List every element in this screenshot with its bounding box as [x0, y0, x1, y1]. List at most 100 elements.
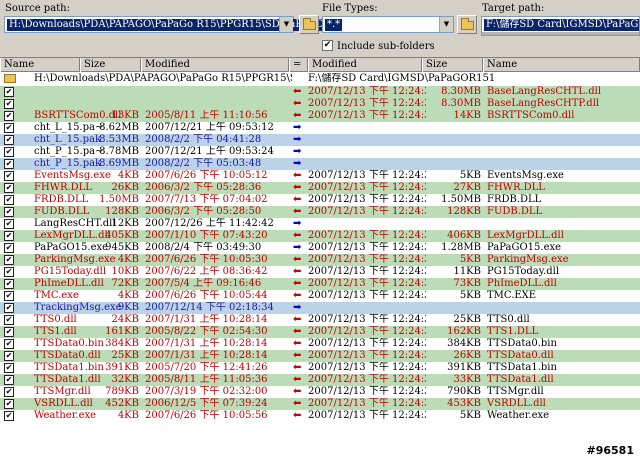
table-row[interactable]: ✔ cht_P_15.pak 8.69MB 2008/2/2 下午 05:03:48 ➡ — [0, 158, 640, 170]
table-row[interactable]: ✔ ⬅ 2007/12/13 下午 12:24:30 8.30MB BaseLangRe… — [0, 86, 640, 98]
row-checkbox[interactable]: ✔ — [4, 351, 14, 361]
file-types-label: File Types: — [322, 3, 378, 14]
row-checkbox[interactable]: ✔ — [4, 399, 14, 409]
table-row[interactable]: ✔ cht_L_15.pak 8.53MB 2008/2/2 下午 04:41:28 ➡ — [0, 134, 640, 146]
table-row[interactable]: ✔ PG15Today.dll 10KB 2007/6/22 上午 08:36:42 ⬅… — [0, 266, 640, 278]
file-compare-list[interactable]: Name Size Modified = Modified Size Name … — [0, 57, 640, 460]
target-file-modified: 2007/12/13 下午 12:24:32 — [308, 182, 426, 193]
table-row[interactable]: ✔ BSRTTSCom0.dll 13KB 2005/8/11 上午 11:10:56… — [0, 110, 640, 122]
table-row[interactable]: ✔ TTSData0.bin 384KB 2007/1/31 上午 10:28:14 ⬅… — [0, 338, 640, 350]
table-row[interactable]: ✔ ⬅ 2007/12/13 下午 12:24:32 8.30MB BaseLangRe… — [0, 98, 640, 110]
source-file-size: 8.62MB — [99, 122, 139, 133]
row-checkbox[interactable]: ✔ — [4, 291, 14, 301]
row-checkbox[interactable]: ✔ — [4, 123, 14, 133]
row-checkbox[interactable]: ✔ — [4, 243, 14, 253]
browse-target-button[interactable] — [457, 15, 477, 34]
table-row[interactable]: ✔ PaPaGO15.exe 945KB 2008/2/4 下午 03:49:30 ➡ 2… — [0, 242, 640, 254]
target-file-modified: 2007/12/13 下午 12:24:32 — [308, 410, 426, 421]
source-file-modified: 2007/12/26 上午 11:42:42 — [145, 218, 274, 229]
target-file-size: 384KB — [447, 338, 481, 349]
row-checkbox[interactable]: ✔ — [4, 375, 14, 385]
row-checkbox[interactable]: ✔ — [4, 339, 14, 349]
row-checkbox[interactable]: ✔ — [4, 315, 14, 325]
table-row[interactable]: ✔ cht_P_15.pa~ 8.78MB 2007/12/21 上午 09:53:2… — [0, 146, 640, 158]
table-row[interactable]: ✔ LangResCHT.dll 12KB 2007/12/26 上午 11:42:4… — [0, 218, 640, 230]
header-size[interactable]: Size — [80, 58, 141, 72]
table-row[interactable]: ✔ VSRDLL.dll 452KB 2006/12/5 下午 07:39:24 ⬅ 20… — [0, 398, 640, 410]
source-file-modified — [145, 98, 291, 110]
target-file-modified: 2007/12/13 下午 12:24:30 — [308, 86, 426, 97]
table-row[interactable]: ✔ TTS1.dll 161KB 2005/8/22 下午 02:54:30 ⬅ 2007… — [0, 326, 640, 338]
target-file-modified: 2007/12/13 下午 12:24:32 — [308, 266, 426, 277]
row-checkbox[interactable]: ✔ — [4, 411, 14, 421]
table-row[interactable]: ✔ PhImeDLL.dll 72KB 2007/5/4 上午 09:16:46 ⬅ 20… — [0, 278, 640, 290]
row-checkbox[interactable]: ✔ — [4, 135, 14, 145]
source-file-size: 4KB — [117, 170, 139, 181]
table-row[interactable]: ✔ TTSData1.dll 32KB 2005/8/11 上午 11:05:36 ⬅ 2… — [0, 374, 640, 386]
row-checkbox[interactable]: ✔ — [4, 147, 14, 157]
target-file-size — [420, 146, 481, 158]
row-checkbox[interactable]: ✔ — [4, 255, 14, 265]
source-file-modified: 2005/8/22 下午 02:54:30 — [145, 326, 268, 337]
table-row[interactable]: ✔ TTSData1.bin 391KB 2005/7/20 下午 12:41:26 ⬅… — [0, 362, 640, 374]
table-row[interactable]: ✔ FHWR.DLL 26KB 2006/3/2 下午 05:28:36 ⬅ 2007/1… — [0, 182, 640, 194]
arrow-left-icon: ⬅ — [293, 182, 302, 193]
table-row[interactable]: ✔ TrackingMsg.exe 9KB 2007/12/14 下午 02:18:3… — [0, 302, 640, 314]
row-checkbox[interactable]: ✔ — [4, 87, 14, 97]
row-checkbox[interactable]: ✔ — [4, 171, 14, 181]
source-file-size: 12KB — [111, 218, 139, 229]
table-row[interactable]: ✔ EventsMsg.exe 4KB 2007/6/26 下午 10:05:12 ⬅ 2… — [0, 170, 640, 182]
target-file-size: 5KB — [459, 170, 481, 181]
row-checkbox[interactable]: ✔ — [4, 279, 14, 289]
browse-source-button[interactable] — [299, 15, 319, 34]
header-modified[interactable]: Modified — [141, 58, 289, 72]
table-row[interactable]: ✔ TTSMgr.dll 789KB 2007/3/19 下午 02:32:00 ⬅ 20… — [0, 386, 640, 398]
header-modified-target[interactable]: Modified — [308, 58, 422, 72]
target-path-field[interactable]: F:\儲存SD Card\IGMSD\PaPaGOR151 — [481, 16, 640, 36]
table-row[interactable]: ✔ LexMgrDLL.dll 405KB 2007/1/10 下午 07:43:20… — [0, 230, 640, 242]
header-name[interactable]: Name — [0, 58, 80, 72]
target-file-modified — [308, 134, 426, 146]
folder-row[interactable]: H:\Downloads\PDA\PAPAGO\PaPaGo R15\PPGR1… — [0, 73, 640, 85]
row-checkbox[interactable]: ✔ — [4, 183, 14, 193]
row-checkbox[interactable]: ✔ — [4, 207, 14, 217]
row-checkbox[interactable]: ✔ — [4, 219, 14, 229]
table-row[interactable]: ✔ FUDB.DLL 128KB 2006/3/2 下午 05:28:50 ⬅ 2007/… — [0, 206, 640, 218]
header-size-target[interactable]: Size — [422, 58, 483, 72]
target-file-size: 33KB — [453, 374, 481, 385]
arrow-right-icon: ➡ — [293, 242, 302, 253]
table-row[interactable]: ✔ cht_L_15.pa~ 8.62MB 2007/12/21 上午 09:53:1… — [0, 122, 640, 134]
table-row[interactable]: ✔ TTSData0.dll 25KB 2007/1/31 上午 10:28:14 ⬅ 2… — [0, 350, 640, 362]
row-checkbox[interactable]: ✔ — [4, 231, 14, 241]
target-file-size: 73KB — [453, 278, 481, 289]
source-file-modified: 2007/1/10 下午 07:43:20 — [145, 230, 268, 241]
source-file-modified: 2007/6/26 下午 10:05:12 — [145, 170, 268, 181]
table-row[interactable]: ✔ ParkingMsg.exe 4KB 2007/6/26 下午 10:05:30 ⬅… — [0, 254, 640, 266]
table-row[interactable]: ✔ Weather.exe 4KB 2007/6/26 下午 10:05:56 ⬅ 200… — [0, 410, 640, 422]
table-row[interactable]: ✔ TTS0.dll 24KB 2007/1/31 上午 10:28:14 ⬅ 2007/… — [0, 314, 640, 326]
header-name-target[interactable]: Name — [483, 58, 640, 72]
table-row[interactable]: ✔ FRDB.DLL 1.50MB 2007/7/13 下午 07:04:02 ⬅ 200… — [0, 194, 640, 206]
row-checkbox[interactable]: ✔ — [4, 303, 14, 313]
arrow-left-icon: ⬅ — [293, 86, 302, 97]
include-subfolders-checkbox[interactable]: ✔ — [322, 40, 333, 51]
table-row[interactable]: ✔ TMC.exe 4KB 2007/6/26 下午 10:05:44 ⬅ 2007/12… — [0, 290, 640, 302]
file-types-combo[interactable]: *.* ▼ — [322, 16, 454, 33]
row-checkbox[interactable]: ✔ — [4, 387, 14, 397]
source-file-modified: 2006/3/2 下午 05:28:36 — [145, 182, 262, 193]
target-file-modified: 2007/12/13 下午 12:24:32 — [308, 242, 426, 253]
row-checkbox[interactable]: ✔ — [4, 159, 14, 169]
row-checkbox[interactable]: ✔ — [4, 363, 14, 373]
source-path-combo[interactable]: H:\Downloads\PDA\PAPAGO\PaPaGo R15\PPGR1… — [4, 16, 353, 33]
source-file-modified: 2007/1/31 上午 10:28:14 — [145, 350, 268, 361]
chevron-down-icon[interactable]: ▼ — [279, 17, 293, 32]
target-path-scrollbar[interactable] — [482, 32, 639, 35]
row-checkbox[interactable]: ✔ — [4, 327, 14, 337]
target-file-name: BSRTTSCom0.dll — [487, 110, 575, 121]
chevron-down-icon[interactable]: ▼ — [439, 17, 453, 32]
row-checkbox[interactable]: ✔ — [4, 267, 14, 277]
row-checkbox[interactable]: ✔ — [4, 99, 14, 109]
row-checkbox[interactable]: ✔ — [4, 111, 14, 121]
row-checkbox[interactable]: ✔ — [4, 195, 14, 205]
header-equal[interactable]: = — [289, 58, 308, 72]
